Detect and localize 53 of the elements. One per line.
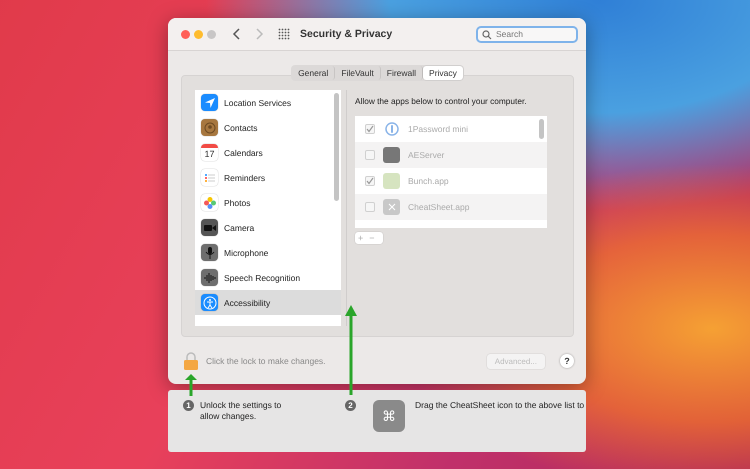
privacy-list-item[interactable]: Photos xyxy=(195,190,341,215)
lock-hint: Click the lock to make changes. xyxy=(206,356,326,366)
app-icon xyxy=(383,121,400,137)
app-name: Bunch.app xyxy=(408,176,449,186)
app-icon xyxy=(201,169,218,186)
step-text: Drag the CheatSheet icon to the above list to xyxy=(415,400,584,411)
app-icon xyxy=(201,294,218,311)
back-icon[interactable] xyxy=(232,28,242,40)
forward-icon[interactable] xyxy=(254,28,264,40)
zoom-button[interactable] xyxy=(207,30,216,38)
minimize-button[interactable] xyxy=(194,30,203,38)
privacy-list-item[interactable]: Reminders xyxy=(195,165,341,190)
lock-icon[interactable] xyxy=(183,351,199,371)
up-arrow xyxy=(185,374,197,396)
checkbox[interactable] xyxy=(365,124,375,134)
search-field[interactable]: Search xyxy=(476,26,578,42)
app-icon xyxy=(201,219,218,236)
app-icon xyxy=(201,244,218,261)
privacy-list-item[interactable]: 17 Calendars xyxy=(195,140,341,165)
checkbox[interactable] xyxy=(365,176,375,186)
grid-icon[interactable] xyxy=(278,28,290,40)
checkbox[interactable] xyxy=(365,150,375,160)
privacy-list-item[interactable]: Microphone xyxy=(195,240,341,265)
privacy-list-item[interactable]: Camera xyxy=(195,215,341,240)
privacy-list-item[interactable]: Speech Recognition xyxy=(195,265,341,290)
cheatsheet-icon: ⌘ xyxy=(373,400,405,432)
search-icon xyxy=(482,30,492,40)
help-button[interactable]: ? xyxy=(560,354,574,368)
close-button[interactable] xyxy=(181,30,190,38)
calendar-icon: 17 xyxy=(201,144,218,161)
app-name: CheatSheet.app xyxy=(408,202,470,212)
window-title: Security & Privacy xyxy=(300,28,392,40)
scrollbar[interactable] xyxy=(334,93,339,201)
panel-description: Allow the apps below to control your computer. xyxy=(355,96,528,106)
step-text: Unlock the settings to allow changes. xyxy=(200,400,282,422)
app-icon xyxy=(201,94,218,111)
app-name: 1Password mini xyxy=(408,124,468,134)
app-icon xyxy=(383,173,400,189)
app-icon xyxy=(201,119,218,136)
scrollbar[interactable] xyxy=(539,119,544,139)
privacy-list-item[interactable]: Accessibility xyxy=(195,290,341,315)
tab[interactable]: FileVault xyxy=(335,66,381,80)
step-number: 1 xyxy=(183,400,194,411)
app-icon xyxy=(201,194,218,211)
tab[interactable]: Privacy xyxy=(423,66,463,80)
app-icon xyxy=(383,147,400,163)
privacy-list-item[interactable]: Contacts xyxy=(195,115,341,140)
step-number: 2 xyxy=(345,400,356,411)
app-icon xyxy=(201,269,218,286)
app-icon xyxy=(383,199,400,215)
app-name: AEServer xyxy=(408,150,444,160)
privacy-list-item[interactable]: Location Services xyxy=(195,90,341,115)
checkbox[interactable] xyxy=(365,202,375,212)
